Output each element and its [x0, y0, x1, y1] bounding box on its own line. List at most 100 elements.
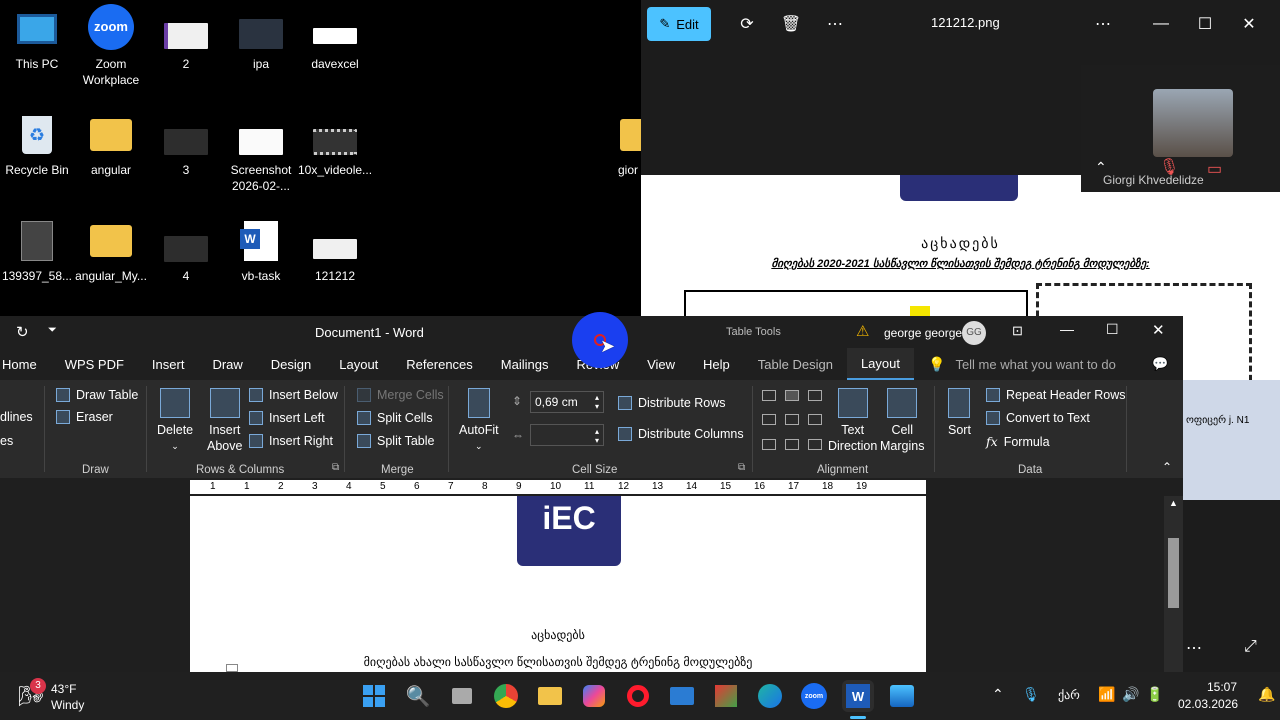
- desktop-icon-screenshot[interactable]: Screenshot 2026-02-...: [224, 128, 298, 194]
- vertical-scrollbar[interactable]: ▲: [1164, 496, 1183, 672]
- user-name[interactable]: george george: [884, 326, 962, 340]
- desktop-icon-zoom[interactable]: zoom Zoom Workplace: [74, 4, 148, 88]
- horizontal-ruler[interactable]: 1 1 2 3 4 5 6 7 8 9 10 11 12 13 14 15 16 17 18 19: [190, 480, 926, 494]
- text-direction-button[interactable]: Text Direction: [828, 388, 877, 454]
- desktop-icon-recycle-bin[interactable]: ♻ Recycle Bin: [0, 114, 74, 178]
- taskbar-file-explorer[interactable]: [534, 680, 566, 712]
- tab-mailings[interactable]: Mailings: [487, 348, 563, 380]
- desktop-icon-this-pc[interactable]: This PC: [0, 8, 74, 72]
- photos-more-button[interactable]: ⋯: [1081, 7, 1125, 41]
- photos-close-button[interactable]: ✕: [1227, 7, 1271, 41]
- scroll-up-icon[interactable]: ▲: [1169, 498, 1178, 508]
- desktop-icon-4[interactable]: 4: [149, 236, 223, 284]
- cut-off-label-2[interactable]: es: [0, 434, 13, 448]
- more-button[interactable]: ⋯: [813, 7, 857, 41]
- rotate-button[interactable]: ⟳: [725, 7, 769, 41]
- taskbar-opera[interactable]: [622, 680, 654, 712]
- desktop-icon-2[interactable]: 2: [149, 22, 223, 72]
- close-icon[interactable]: ✕: [1152, 321, 1165, 339]
- delete-button[interactable]: Delete ⌄: [157, 388, 193, 454]
- align-top-left-icon[interactable]: [762, 390, 776, 401]
- wifi-icon[interactable]: 📶: [1098, 686, 1115, 703]
- tab-references[interactable]: References: [392, 348, 486, 380]
- tab-insert[interactable]: Insert: [138, 348, 199, 380]
- mic-muted-icon[interactable]: 🎙: [1159, 157, 1179, 177]
- align-bottom-right-icon[interactable]: [808, 438, 822, 450]
- desktop-icon-angular[interactable]: angular: [74, 114, 148, 178]
- photos-maximize-button[interactable]: ☐: [1183, 7, 1227, 41]
- desktop-icon-121212[interactable]: 121212: [298, 236, 372, 284]
- minimize-icon[interactable]: —: [1060, 321, 1074, 337]
- insert-above-button[interactable]: Insert Above: [207, 388, 242, 454]
- photos-bottom-more-icon[interactable]: ⋯: [1186, 638, 1202, 658]
- tell-me-input[interactable]: Tell me what you want to do: [955, 357, 1115, 372]
- tab-help[interactable]: Help: [689, 348, 744, 380]
- insert-left-button[interactable]: Insert Left: [249, 411, 325, 425]
- microphone-icon[interactable]: 🎙: [1022, 686, 1040, 703]
- taskbar-word[interactable]: W: [842, 680, 874, 712]
- taskbar-copilot[interactable]: [578, 680, 610, 712]
- taskbar-outlook[interactable]: [666, 680, 698, 712]
- desktop-icon-davexcel[interactable]: davexcel: [298, 22, 372, 72]
- cut-off-label-1[interactable]: dlines: [0, 410, 33, 424]
- avatar[interactable]: GG: [962, 321, 986, 345]
- align-top-center-icon[interactable]: [785, 390, 799, 401]
- maximize-icon[interactable]: ☐: [1106, 321, 1119, 338]
- align-center-icon[interactable]: [785, 414, 799, 426]
- column-width-input[interactable]: ▴ ▾: [530, 424, 604, 446]
- sort-button[interactable]: Sort: [948, 388, 971, 438]
- eraser-button[interactable]: Eraser: [56, 410, 113, 424]
- merge-cells-button[interactable]: Merge Cells: [357, 388, 444, 402]
- insert-below-button[interactable]: Insert Below: [249, 388, 338, 402]
- desktop-icon-ipa[interactable]: ipa: [224, 18, 298, 72]
- clock-time[interactable]: 15:07: [1207, 680, 1237, 694]
- zoom-video-panel[interactable]: Giorgi Khvedelidze ⌃ 🎙 ▭: [1081, 65, 1280, 192]
- search-button[interactable]: 🔍: [402, 680, 434, 712]
- warning-icon[interactable]: ⚠: [856, 322, 869, 340]
- taskbar-zoom[interactable]: zoom: [798, 680, 830, 712]
- dialog-launcher-icon[interactable]: ⧉: [332, 462, 339, 473]
- tab-layout[interactable]: Layout: [325, 348, 392, 380]
- align-bottom-center-icon[interactable]: [785, 438, 799, 450]
- convert-to-text-button[interactable]: Convert to Text: [986, 411, 1090, 425]
- battery-icon[interactable]: 🔋: [1146, 686, 1163, 703]
- align-center-left-icon[interactable]: [762, 414, 776, 426]
- tab-design[interactable]: Design: [257, 348, 325, 380]
- taskbar-app-red[interactable]: [710, 680, 742, 712]
- autofit-button[interactable]: AutoFit ⌄: [459, 388, 499, 454]
- desktop-icon-vb-task[interactable]: W vb-task: [224, 220, 298, 284]
- split-cells-button[interactable]: Split Cells: [357, 411, 433, 425]
- distribute-rows-button[interactable]: Distribute Rows: [618, 396, 726, 410]
- tab-draw[interactable]: Draw: [198, 348, 256, 380]
- photos-minimize-button[interactable]: —: [1139, 7, 1183, 41]
- taskbar-edge[interactable]: [754, 680, 786, 712]
- edit-button[interactable]: ✎ Edit: [647, 7, 711, 41]
- redo-icon[interactable]: ↻: [16, 323, 29, 341]
- volume-icon[interactable]: 🔊: [1122, 686, 1139, 703]
- tab-view[interactable]: View: [633, 348, 689, 380]
- chevron-up-icon[interactable]: ⌃: [1095, 159, 1107, 176]
- show-hidden-icons[interactable]: ⌃: [992, 686, 1004, 703]
- comments-icon[interactable]: 💬: [1152, 356, 1168, 372]
- draw-table-button[interactable]: Draw Table: [56, 388, 138, 402]
- formula-button[interactable]: fx Formula: [986, 434, 1050, 449]
- spinner-icon[interactable]: ▴ ▾: [595, 427, 599, 445]
- tab-wps-pdf[interactable]: WPS PDF: [51, 348, 138, 380]
- task-view-button[interactable]: [446, 680, 478, 712]
- align-bottom-left-icon[interactable]: [762, 438, 776, 450]
- desktop-icon-3[interactable]: 3: [149, 128, 223, 178]
- align-center-right-icon[interactable]: [808, 414, 822, 426]
- scrollbar-thumb[interactable]: [1168, 538, 1179, 608]
- tab-table-design[interactable]: Table Design: [744, 348, 847, 380]
- split-table-button[interactable]: Split Table: [357, 434, 434, 448]
- ribbon-display-icon[interactable]: ⊡: [1012, 323, 1023, 339]
- desktop-icon-angular-my[interactable]: angular_My...: [74, 220, 148, 284]
- table-move-handle-icon[interactable]: [226, 664, 238, 672]
- align-top-right-icon[interactable]: [808, 390, 822, 401]
- desktop-icon-gior[interactable]: gior: [604, 114, 644, 178]
- distribute-columns-button[interactable]: Distribute Columns: [618, 427, 744, 441]
- start-button[interactable]: [358, 680, 390, 712]
- row-height-input[interactable]: 0,69 cm ▴ ▾: [530, 391, 604, 413]
- delete-button[interactable]: 🗑: [769, 7, 813, 41]
- customize-qat-icon[interactable]: ⏷: [48, 324, 57, 337]
